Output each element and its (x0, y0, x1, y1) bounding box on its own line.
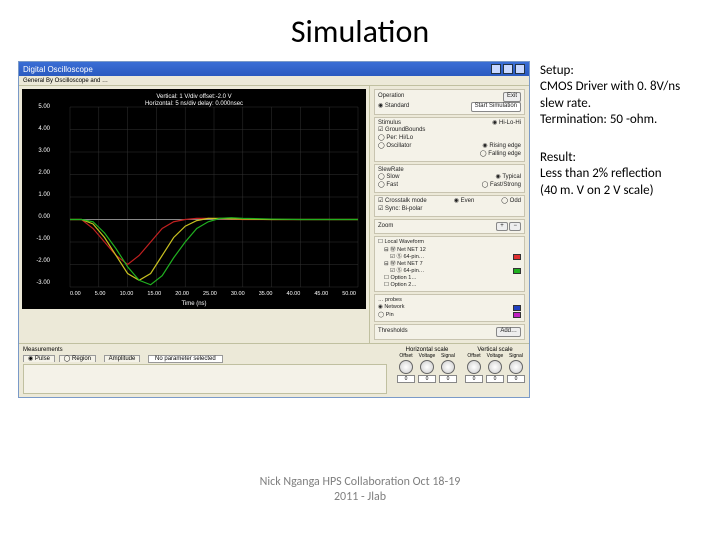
maximize-icon[interactable] (503, 64, 513, 74)
zoom-out-button[interactable]: − (509, 222, 521, 232)
tab-pulse[interactable]: Pulse (23, 355, 55, 362)
color-green-icon (513, 268, 521, 274)
x-axis-label: Time (ns) (22, 301, 366, 307)
odd-radio[interactable]: Odd (501, 198, 521, 206)
oscillator-radio[interactable]: Oscillator (378, 143, 411, 151)
typical-radio[interactable]: Typical (496, 174, 521, 182)
setup-l2: slew rate. (540, 96, 708, 112)
tab-region[interactable]: Region (59, 355, 96, 362)
result-label: Result: (540, 150, 708, 166)
even-radio[interactable]: Even (454, 198, 475, 206)
tree-net12-pin[interactable]: ☑ Ⓢ 64-pin… (390, 254, 424, 261)
oscilloscope-chart: Vertical: 1 V/div offset:-2.0 V Horizont… (22, 89, 366, 309)
slow-radio[interactable]: Slow (378, 174, 399, 182)
knob[interactable] (509, 360, 523, 374)
knob[interactable] (399, 360, 413, 374)
knob[interactable] (441, 360, 455, 374)
close-icon[interactable] (515, 64, 525, 74)
fast-radio[interactable]: Fast (378, 182, 398, 190)
setup-label: Setup: (540, 63, 708, 79)
zoom-label: Zoom (378, 223, 393, 231)
tree-net7-pin[interactable]: ☑ Ⓢ 64-pin… (390, 268, 424, 275)
perhilo-radio[interactable]: Per: Hi/Lo (378, 135, 413, 141)
setup-l3: Termination: 50 -ohm. (540, 112, 708, 128)
probes-label: … probes (378, 297, 521, 304)
standard-radio[interactable]: Standard (378, 103, 409, 111)
stimulus-hilo-radio[interactable]: Hi-Lo-Hi (492, 120, 521, 128)
result-l2: (40 m. V on 2 V scale) (540, 183, 708, 199)
knob[interactable] (488, 360, 502, 374)
setup-l1: CMOS Driver with 0. 8V/ns (540, 79, 708, 95)
zoom-in-button[interactable]: + (496, 222, 508, 232)
probe-pin[interactable]: Pin (378, 312, 394, 319)
measurements-label: Measurements (23, 347, 387, 353)
thresholds-label: Thresholds (378, 328, 408, 336)
color-blue-icon (513, 305, 521, 311)
tree-opt2[interactable]: ☐ Option 2… (378, 282, 521, 289)
control-panel: Operation Exit Standard Start Simulation… (369, 86, 529, 343)
menubar[interactable]: General By Oscilloscope and … (19, 76, 529, 86)
page-title: Simulation (0, 0, 720, 61)
window-title: Digital Oscilloscope (23, 65, 93, 74)
chart-pane: Vertical: 1 V/div offset:-2.0 V Horizont… (19, 86, 369, 343)
knob[interactable] (420, 360, 434, 374)
tree-root[interactable]: ☐ Local Waveform (378, 239, 521, 246)
simulator-window: Digital Oscilloscope General By Oscillos… (18, 61, 530, 398)
probe-network[interactable]: Network (378, 304, 405, 311)
rising-radio[interactable]: Rising edge (482, 143, 521, 151)
bottom-controls: Measurements Pulse Region Amplitude No p… (19, 343, 529, 397)
groundbounds-check[interactable]: GroundBounds (378, 127, 425, 133)
falling-radio[interactable]: Falling edge (480, 151, 521, 157)
add-button[interactable]: Add… (496, 327, 521, 337)
slewrate-label: SlewRate (378, 167, 521, 175)
color-magenta-icon (513, 312, 521, 318)
footer-l1: Nick Nganga HPS Collaboration Oct 18-19 (0, 475, 720, 489)
syncbipolar-check[interactable]: Sync: Bi-polar (378, 206, 422, 212)
footer: Nick Nganga HPS Collaboration Oct 18-19 … (0, 475, 720, 504)
exit-button[interactable]: Exit (503, 92, 521, 102)
footer-l2: 2011 - Jlab (0, 490, 720, 504)
crosstalk-check[interactable]: Crosstalk mode (378, 198, 427, 206)
result-l1: Less than 2% reflection (540, 166, 708, 182)
minimize-icon[interactable] (491, 64, 501, 74)
info-text: Setup: CMOS Driver with 0. 8V/ns slew ra… (540, 61, 708, 398)
start-simulation-button[interactable]: Start Simulation (471, 102, 521, 112)
fast-strong-radio[interactable]: Fast/Strong (482, 182, 521, 190)
window-titlebar: Digital Oscilloscope (19, 62, 529, 76)
info-readout: No parameter selected (148, 355, 223, 363)
color-red-icon (513, 254, 521, 260)
knob[interactable] (467, 360, 481, 374)
tree-net12[interactable]: ⊟ Ⓦ Net NET 12 (378, 247, 521, 254)
waveform-tree[interactable]: ☐ Local Waveform ⊟ Ⓦ Net NET 12 ☑ Ⓢ 64-p… (374, 236, 525, 292)
operation-label: Operation (378, 93, 404, 101)
amplitude-label: Amplitude (104, 355, 141, 362)
tree-net7[interactable]: ⊟ Ⓦ Net NET 7 (378, 261, 521, 268)
